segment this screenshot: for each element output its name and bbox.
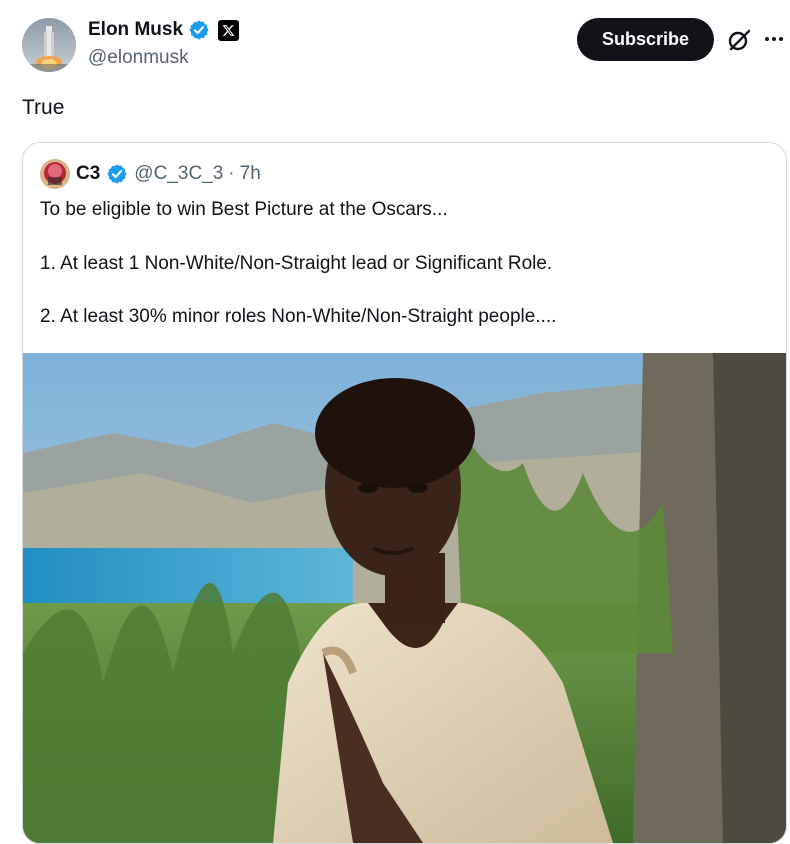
quoted-text-line: 2. At least 30% minor roles Non-White/No… xyxy=(40,306,557,327)
quoted-post[interactable]: C3 @C_3C_3 · 7h To be eligible to win Be… xyxy=(22,142,787,844)
verified-badge-icon[interactable] xyxy=(188,19,210,41)
quoted-text-line: To be eligible to win Best Picture at th… xyxy=(40,199,448,220)
author-name-row: Elon Musk xyxy=(88,19,240,41)
quoted-text-line: 1. At least 1 Non-White/Non-Straight lea… xyxy=(40,253,553,274)
quoted-post-time[interactable]: 7h xyxy=(240,163,261,185)
meta-separator: · xyxy=(228,163,235,184)
post-text: True xyxy=(22,96,65,119)
author-handle[interactable]: @elonmusk xyxy=(88,47,189,69)
grok-icon[interactable] xyxy=(726,27,752,53)
author-avatar[interactable] xyxy=(22,18,76,72)
x-logo-icon[interactable] xyxy=(218,19,240,41)
more-icon[interactable] xyxy=(762,27,786,51)
quoted-author-avatar[interactable] xyxy=(40,159,70,189)
quoted-author-handle[interactable]: @C_3C_3 xyxy=(134,163,223,185)
quoted-post-header: C3 @C_3C_3 · 7h xyxy=(40,159,261,189)
quoted-post-meta: @C_3C_3 · 7h xyxy=(134,163,260,185)
verified-badge-icon xyxy=(107,164,127,184)
quoted-post-image[interactable] xyxy=(23,353,786,843)
quoted-author-name[interactable]: C3 xyxy=(76,163,100,185)
author-name[interactable]: Elon Musk xyxy=(88,19,183,41)
subscribe-button[interactable]: Subscribe xyxy=(577,18,714,61)
